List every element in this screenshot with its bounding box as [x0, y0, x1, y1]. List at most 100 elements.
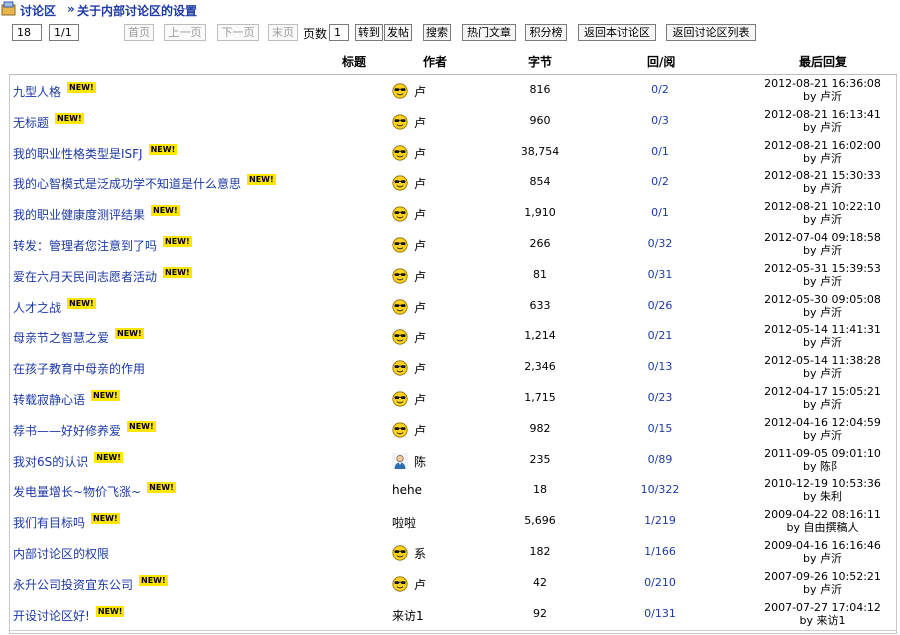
reply-read-count[interactable]: 0/23 — [615, 391, 705, 404]
topic-title-link[interactable]: 爱在六月天民间志愿者活动 NEW! — [13, 266, 192, 285]
author-name[interactable]: 卢 — [414, 83, 426, 100]
author-name[interactable]: 卢 — [414, 299, 426, 316]
new-post-button[interactable]: 发帖 — [384, 24, 412, 41]
last-reply-by[interactable]: by 卢沂 — [750, 367, 895, 380]
reply-read-count[interactable]: 0/31 — [615, 268, 705, 281]
author-name[interactable]: 卢 — [414, 175, 426, 192]
topic-title-text[interactable]: 我的职业健康度测评结果 — [13, 208, 145, 222]
last-reply-by[interactable]: by 卢沂 — [750, 275, 895, 288]
back-to-board-list-button[interactable]: 返回讨论区列表 — [666, 24, 756, 41]
author-name[interactable]: 陈 — [414, 453, 426, 470]
topic-title-link[interactable]: 母亲节之智慧之爱 NEW! — [13, 328, 144, 346]
last-reply-by[interactable]: by 陈阝 — [750, 460, 895, 473]
points-ranking-button[interactable]: 积分榜 — [525, 24, 567, 41]
topic-title-link[interactable]: 我对6S的认识 NEW! — [13, 451, 123, 470]
hot-articles-button[interactable]: 热门文章 — [462, 24, 516, 41]
last-page-button[interactable]: 末页 — [268, 24, 298, 41]
author-name[interactable]: 系 — [414, 545, 426, 562]
topic-title-text[interactable]: 永升公司投资宜东公司 — [13, 578, 133, 592]
author-name[interactable]: 卢 — [414, 237, 426, 254]
reply-read-count[interactable]: 10/322 — [615, 483, 705, 496]
goto-button[interactable]: 转到 — [355, 24, 383, 41]
last-reply-by[interactable]: by 卢沂 — [750, 583, 895, 596]
topic-title-link[interactable]: 转载寂静心语 NEW! — [13, 390, 120, 408]
last-reply-by[interactable]: by 卢沂 — [750, 152, 895, 165]
topic-title-text[interactable]: 我对6S的认识 — [13, 455, 88, 469]
author-name[interactable]: 卢 — [414, 206, 426, 223]
back-to-board-button[interactable]: 返回本讨论区 — [578, 24, 656, 41]
reply-read-count[interactable]: 0/89 — [615, 453, 705, 466]
author-name[interactable]: hehe — [392, 483, 422, 497]
last-reply-by[interactable]: by 卢沂 — [750, 429, 895, 442]
author-name[interactable]: 啦啦 — [392, 514, 416, 531]
reply-read-count[interactable]: 0/131 — [615, 607, 705, 620]
last-reply-by[interactable]: by 卢沂 — [750, 398, 895, 411]
author-name[interactable]: 卢 — [414, 360, 426, 377]
reply-read-count[interactable]: 0/13 — [615, 360, 705, 373]
next-page-button[interactable]: 下一页 — [217, 24, 259, 41]
topic-title-text[interactable]: 九型人格 — [13, 85, 61, 99]
reply-read-count[interactable]: 0/210 — [615, 576, 705, 589]
topic-title-link[interactable]: 我的心智模式是泛成功学不知道是什么意思 NEW! — [13, 174, 276, 192]
topic-title-link[interactable]: 九型人格 NEW! — [13, 82, 96, 100]
reply-read-count[interactable]: 1/166 — [615, 545, 705, 558]
topic-title-link[interactable]: 永升公司投资宜东公司 NEW! — [13, 574, 168, 593]
reply-read-count[interactable]: 1/219 — [615, 514, 705, 527]
last-reply-by[interactable]: by 卢沂 — [750, 90, 895, 103]
topic-title-text[interactable]: 我的职业性格类型是ISFJ — [13, 147, 143, 161]
last-reply-by[interactable]: by 来访1 — [750, 614, 895, 627]
reply-read-count[interactable]: 0/2 — [615, 175, 705, 188]
reply-read-count[interactable]: 0/3 — [615, 114, 705, 127]
author-name[interactable]: 来访1 — [392, 607, 424, 624]
author-name[interactable]: 卢 — [414, 422, 426, 439]
prev-page-button[interactable]: 上一页 — [164, 24, 206, 41]
last-reply-by[interactable]: by 卢沂 — [750, 306, 895, 319]
last-reply-by[interactable]: by 卢沂 — [750, 336, 895, 349]
last-reply-by[interactable]: by 卢沂 — [750, 244, 895, 257]
topic-title-text[interactable]: 荐书——好好修养爱 — [13, 424, 121, 438]
reply-read-count[interactable]: 0/32 — [615, 237, 705, 250]
last-reply-by[interactable]: by 卢沂 — [750, 182, 895, 195]
topic-title-link[interactable]: 开设讨论区好! NEW! — [13, 605, 125, 624]
reply-read-count[interactable]: 0/2 — [615, 83, 705, 96]
topic-title-link[interactable]: 人才之战 NEW! — [13, 297, 96, 316]
page-number-input[interactable]: 1 — [329, 24, 349, 41]
topic-title-text[interactable]: 开设讨论区好! — [13, 609, 90, 623]
reply-read-count[interactable]: 0/1 — [615, 206, 705, 219]
topic-title-text[interactable]: 转发：管理者您注意到了吗 — [13, 239, 157, 253]
topic-title-text[interactable]: 爱在六月天民间志愿者活动 — [13, 270, 157, 284]
topic-title-link[interactable]: 我的职业健康度测评结果 NEW! — [13, 205, 180, 223]
topic-title-text[interactable]: 在孩子教育中母亲的作用 — [13, 362, 145, 376]
author-name[interactable]: 卢 — [414, 145, 426, 162]
topic-title-link[interactable]: 我们有目标吗 NEW! — [13, 513, 120, 531]
topic-title-link[interactable]: 荐书——好好修养爱 NEW! — [13, 420, 156, 439]
last-reply-by[interactable]: by 自由撰稿人 — [750, 521, 895, 534]
breadcrumb-section-link[interactable]: 讨论区 — [20, 2, 56, 19]
topic-title-link[interactable]: 内部讨论区的权限 — [13, 545, 109, 562]
topic-title-link[interactable]: 转发：管理者您注意到了吗 NEW! — [13, 236, 192, 254]
last-reply-by[interactable]: by 卢沂 — [750, 213, 895, 226]
last-reply-by[interactable]: by 卢沂 — [750, 121, 895, 134]
topic-title-text[interactable]: 人才之战 — [13, 301, 61, 315]
topic-title-text[interactable]: 我的心智模式是泛成功学不知道是什么意思 — [13, 177, 241, 191]
reply-read-count[interactable]: 0/26 — [615, 299, 705, 312]
author-name[interactable]: 卢 — [414, 114, 426, 131]
topic-title-text[interactable]: 无标题 — [13, 116, 49, 130]
author-name[interactable]: 卢 — [414, 268, 426, 285]
topic-title-text[interactable]: 我们有目标吗 — [13, 516, 85, 530]
search-button[interactable]: 搜索 — [423, 24, 451, 41]
topic-title-link[interactable]: 在孩子教育中母亲的作用 — [13, 360, 145, 377]
topic-title-link[interactable]: 我的职业性格类型是ISFJ NEW! — [13, 143, 178, 162]
author-name[interactable]: 卢 — [414, 329, 426, 346]
last-reply-by[interactable]: by 卢沂 — [750, 552, 895, 565]
topic-title-text[interactable]: 内部讨论区的权限 — [13, 547, 109, 561]
topic-title-text[interactable]: 母亲节之智慧之爱 — [13, 331, 109, 345]
topic-title-text[interactable]: 转载寂静心语 — [13, 393, 85, 407]
reply-read-count[interactable]: 0/1 — [615, 145, 705, 158]
last-reply-by[interactable]: by 朱利 — [750, 490, 895, 503]
topic-title-text[interactable]: 发电量增长~物价飞涨~ — [13, 485, 141, 499]
author-name[interactable]: 卢 — [414, 391, 426, 408]
topic-title-link[interactable]: 无标题 NEW! — [13, 112, 84, 131]
reply-read-count[interactable]: 0/21 — [615, 329, 705, 342]
first-page-button[interactable]: 首页 — [124, 24, 154, 41]
